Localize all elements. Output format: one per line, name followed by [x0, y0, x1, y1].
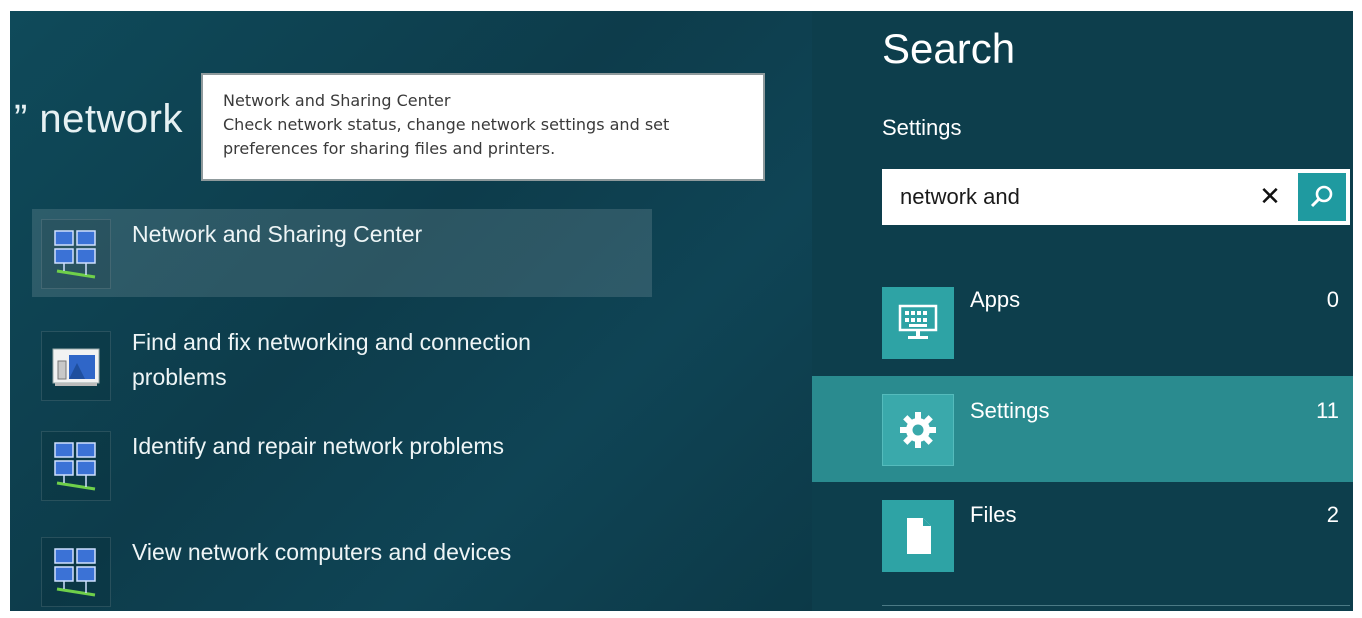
category-apps[interactable]: Apps 0 [812, 281, 1353, 387]
clear-search-button[interactable]: ✕ [1252, 179, 1288, 215]
search-screen: ” network Network and Sharing Center Fin… [10, 11, 1353, 611]
divider [882, 605, 1350, 606]
result-network-sharing-center[interactable]: Network and Sharing Center [32, 209, 652, 297]
search-charm: Search Settings ✕ [812, 11, 1353, 611]
search-box: ✕ [882, 169, 1350, 225]
tooltip-description: Check network status, change network set… [223, 115, 670, 158]
result-label: Identify and repair network problems [132, 433, 505, 459]
keyboard-icon [882, 287, 954, 359]
result-label: Network and Sharing Center [132, 221, 423, 247]
search-scope-label: Settings [882, 115, 962, 140]
category-label: Apps [970, 287, 1021, 312]
category-count: 11 [1316, 398, 1339, 423]
charm-title: Search [882, 25, 1016, 72]
search-icon [1310, 185, 1333, 208]
category-label: Settings [970, 398, 1050, 423]
search-input[interactable] [882, 169, 1242, 225]
result-tooltip: Network and Sharing Center Check network… [201, 73, 765, 181]
network-center-icon [41, 537, 111, 607]
search-button[interactable] [1298, 173, 1346, 221]
category-label: Files [970, 502, 1017, 527]
results-pane: ” network Network and Sharing Center Fin… [10, 11, 812, 611]
document-icon [882, 500, 954, 572]
result-identify-repair[interactable]: Identify and repair network problems [32, 427, 652, 515]
network-center-icon [41, 219, 111, 289]
result-label: Find and fix networking and connection p… [132, 329, 531, 390]
category-count: 2 [1326, 502, 1339, 527]
troubleshoot-icon [41, 331, 111, 401]
gear-icon [882, 394, 954, 466]
result-view-network-computers[interactable]: View network computers and devices [32, 533, 652, 611]
tooltip-title: Network and Sharing Center [223, 91, 451, 110]
category-settings[interactable]: Settings 11 [812, 376, 1353, 482]
close-icon: ✕ [1259, 182, 1281, 212]
result-label: View network computers and devices [132, 539, 512, 565]
network-center-icon [41, 431, 111, 501]
category-count: 0 [1326, 287, 1339, 312]
result-find-fix-networking[interactable]: Find and fix networking and connection p… [32, 321, 652, 409]
category-files[interactable]: Files 2 [812, 494, 1353, 600]
search-query-heading: ” network [14, 97, 183, 141]
